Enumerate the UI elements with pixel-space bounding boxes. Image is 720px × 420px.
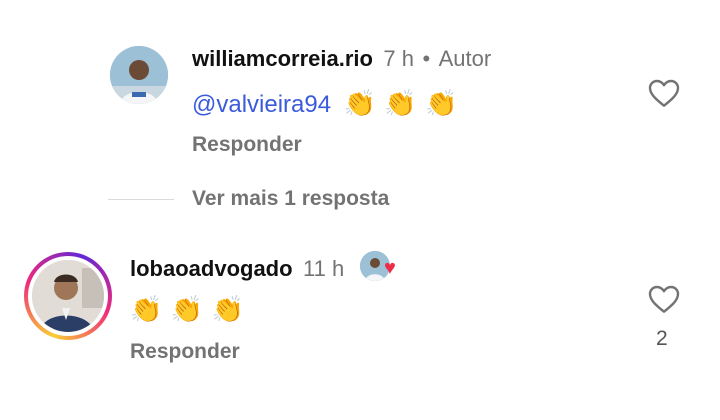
clap-emoji: 👏 bbox=[130, 294, 163, 324]
heart-like-icon[interactable] bbox=[648, 284, 680, 314]
clap-emoji: 👏 bbox=[384, 88, 417, 118]
avatar-photo bbox=[110, 46, 168, 104]
clap-emoji: 👏 bbox=[170, 294, 204, 324]
reply-header: williamcorreia.rio 7 h • Autor bbox=[192, 46, 491, 72]
username[interactable]: lobaoadvogado bbox=[130, 256, 293, 281]
timestamp: 11 h bbox=[303, 256, 345, 281]
heart-icon: ♥ bbox=[384, 257, 396, 279]
reply-button[interactable]: Responder bbox=[130, 340, 240, 364]
avatar-photo bbox=[32, 260, 104, 332]
divider-line bbox=[108, 199, 174, 200]
like-count: 2 bbox=[656, 327, 668, 350]
mention-link[interactable]: @valvieira94 bbox=[192, 91, 331, 118]
clap-emoji: 👏 bbox=[425, 88, 458, 118]
timestamp: 7 h bbox=[383, 46, 415, 71]
comment-body: 👏 👏 👏 bbox=[130, 294, 248, 325]
separator-dot: • bbox=[422, 46, 431, 71]
author-badge: Autor bbox=[438, 46, 492, 71]
reply-body: @valvieira94 👏 👏 👏 bbox=[192, 88, 462, 119]
username[interactable]: williamcorreia.rio bbox=[192, 46, 373, 71]
avatar-williamcorreia[interactable] bbox=[110, 46, 168, 104]
view-more-replies-button[interactable]: Ver mais 1 resposta bbox=[192, 187, 389, 211]
heart-like-icon[interactable] bbox=[648, 78, 680, 108]
reply-button[interactable]: Responder bbox=[192, 133, 302, 157]
comment-header: lobaoadvogado 11 h bbox=[130, 256, 344, 282]
story-ring[interactable] bbox=[24, 252, 112, 340]
clap-emoji: 👏 bbox=[343, 88, 376, 118]
clap-emoji: 👏 bbox=[211, 294, 245, 324]
avatar-lobaoadvogado bbox=[32, 260, 104, 332]
